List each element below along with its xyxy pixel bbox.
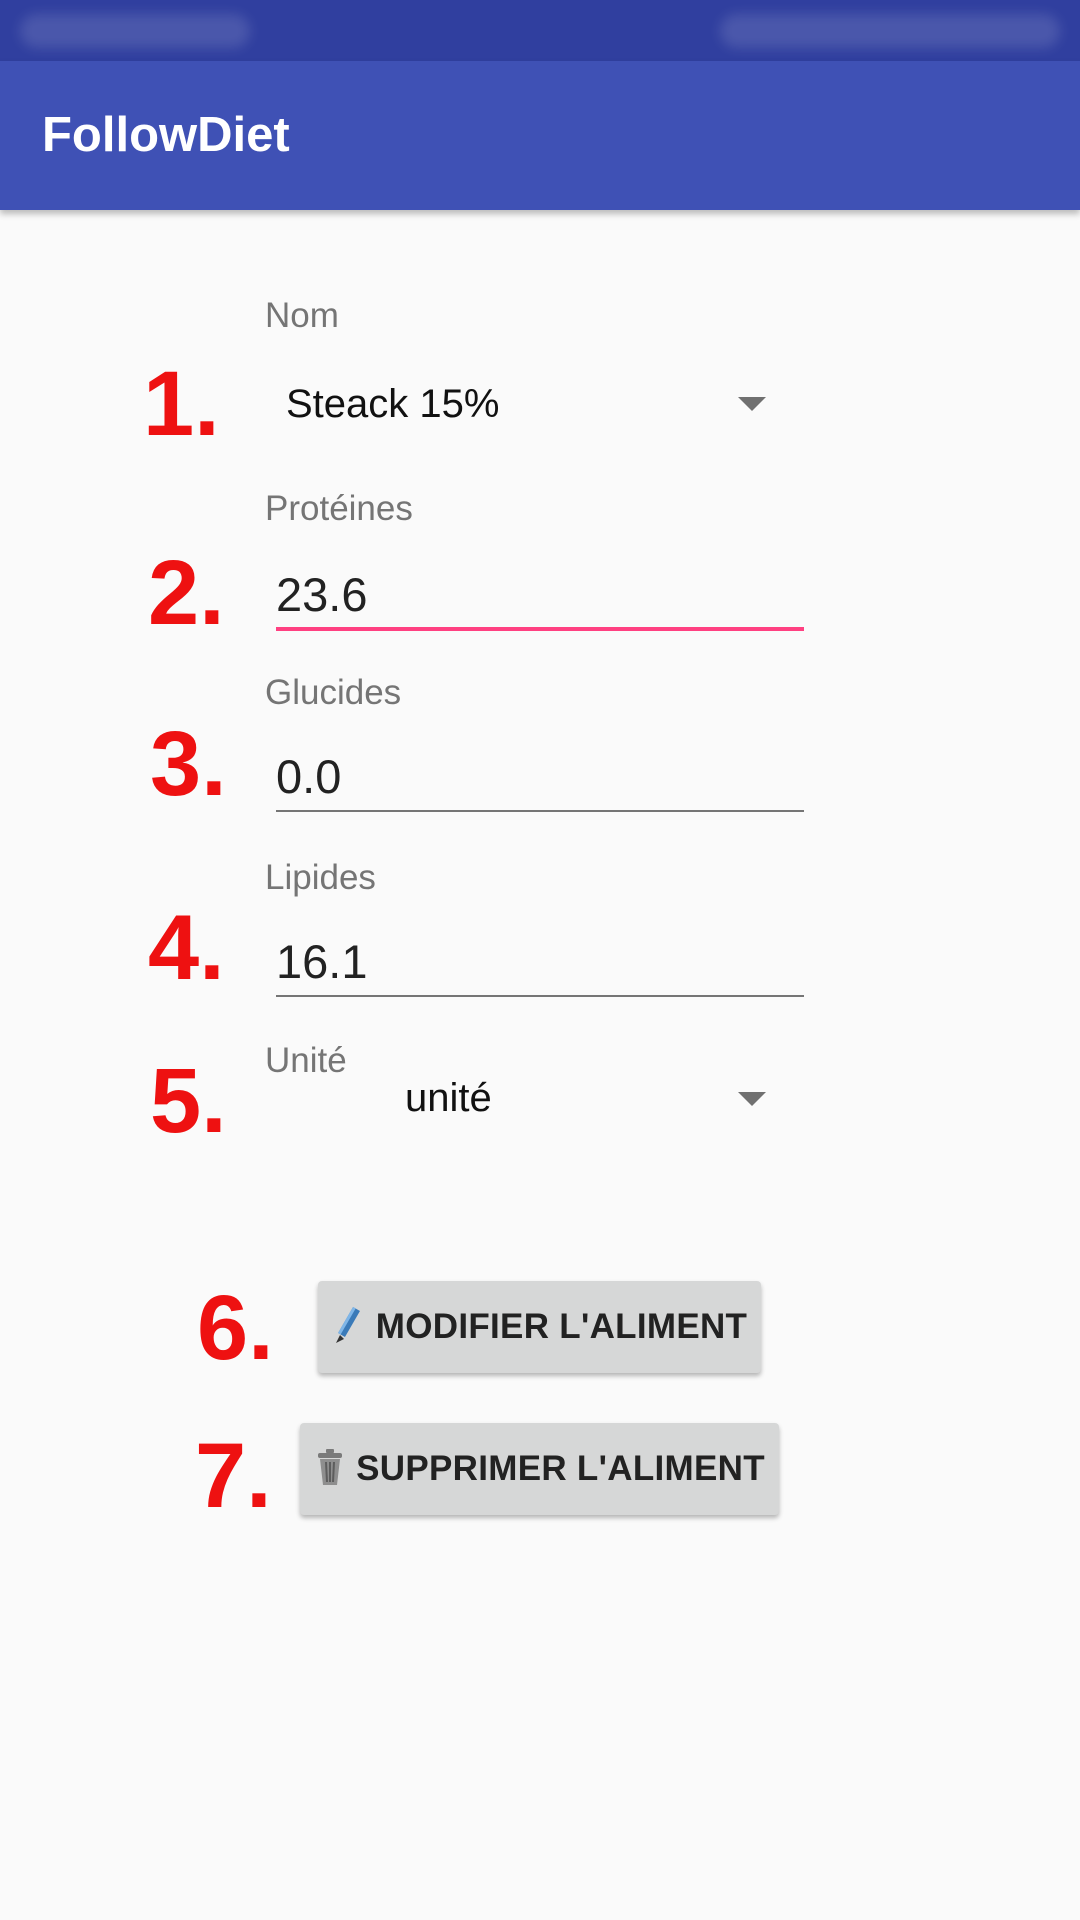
lipides-label: Lipides bbox=[265, 858, 376, 897]
status-bar-right-blur bbox=[720, 14, 1060, 48]
annotation-6: 6. bbox=[197, 1277, 274, 1379]
chevron-down-icon bbox=[738, 397, 766, 411]
chevron-down-icon bbox=[738, 1092, 766, 1106]
supprimer-aliment-label: SUPPRIMER L'ALIMENT bbox=[356, 1449, 765, 1488]
modifier-aliment-label: MODIFIER L'ALIMENT bbox=[375, 1307, 748, 1346]
proteines-label: Protéines bbox=[265, 489, 413, 528]
modifier-aliment-button[interactable]: MODIFIER L'ALIMENT bbox=[318, 1281, 761, 1373]
glucides-input[interactable] bbox=[276, 742, 804, 812]
annotation-1: 1. bbox=[143, 353, 220, 455]
nom-label: Nom bbox=[265, 296, 339, 335]
status-bar bbox=[0, 0, 1080, 61]
unite-spinner[interactable]: unité bbox=[390, 1064, 785, 1134]
trash-icon bbox=[314, 1447, 346, 1492]
annotation-5: 5. bbox=[150, 1050, 227, 1152]
nom-spinner-value: Steack 15% bbox=[286, 382, 500, 426]
supprimer-aliment-button[interactable]: SUPPRIMER L'ALIMENT bbox=[300, 1423, 779, 1515]
nom-spinner[interactable]: Steack 15% bbox=[265, 370, 785, 440]
unite-label: Unité bbox=[265, 1041, 347, 1080]
annotation-4: 4. bbox=[148, 897, 225, 999]
glucides-label: Glucides bbox=[265, 673, 402, 712]
annotation-2: 2. bbox=[148, 542, 225, 644]
app-title: FollowDiet bbox=[42, 108, 290, 162]
unite-spinner-value: unité bbox=[405, 1076, 492, 1120]
status-bar-left-blur bbox=[20, 14, 250, 48]
pencil-icon bbox=[332, 1305, 366, 1350]
annotation-7: 7. bbox=[195, 1425, 272, 1527]
annotation-3: 3. bbox=[150, 713, 227, 815]
lipides-input[interactable] bbox=[276, 927, 804, 997]
proteines-input[interactable] bbox=[276, 561, 804, 631]
app-bar: FollowDiet bbox=[0, 61, 1080, 210]
